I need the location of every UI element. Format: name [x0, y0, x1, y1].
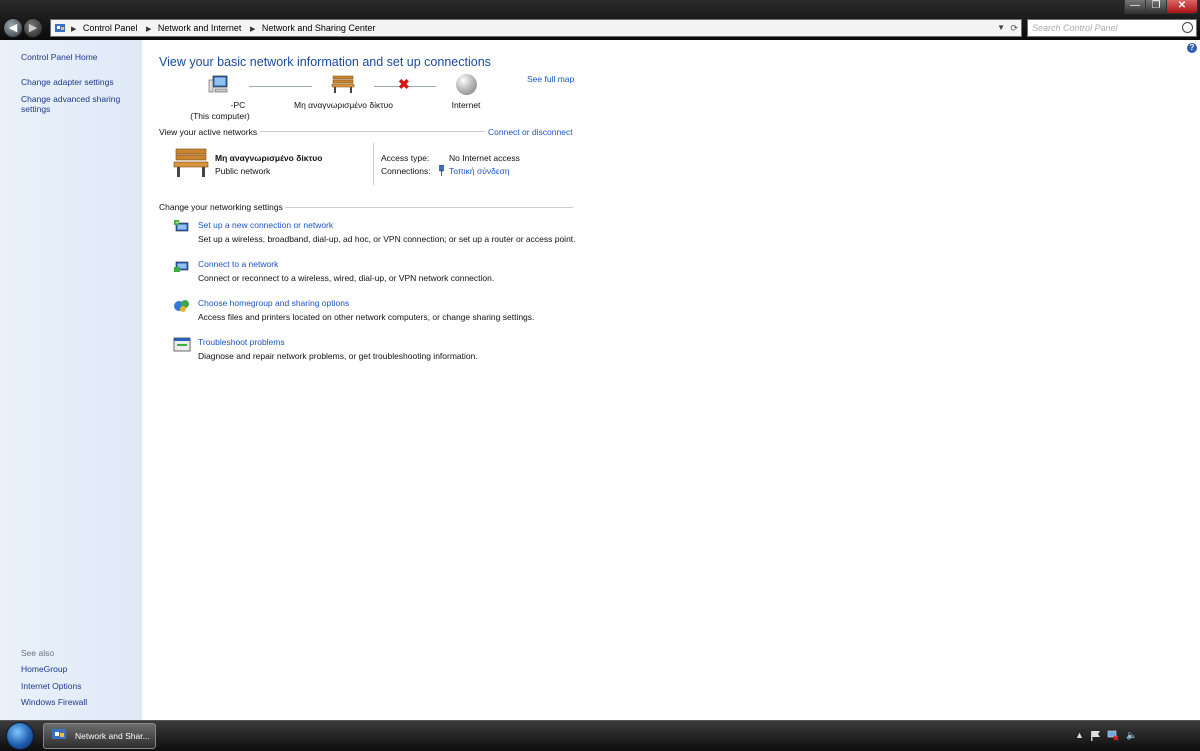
- breadcrumb-separator-icon: ▶: [145, 26, 152, 33]
- troubleshoot-desc: Diagnose and repair network problems, or…: [198, 351, 478, 361]
- breadcrumb-separator-icon: ▶: [71, 26, 77, 33]
- left-navigation-pane: Control Panel Home Change adapter settin…: [0, 40, 142, 720]
- start-button-icon[interactable]: [6, 722, 34, 750]
- no-connection-x-icon: ✖: [398, 76, 410, 92]
- homegroup-link[interactable]: HomeGroup: [21, 664, 136, 674]
- ethernet-plug-icon: [439, 165, 444, 176]
- computer-name-label: -PC: [230, 100, 246, 110]
- computer-icon: [208, 75, 228, 93]
- search-placeholder: Search Control Panel: [1032, 23, 1118, 33]
- chevron-down-icon[interactable]: ▼: [997, 20, 1005, 36]
- refresh-icon[interactable]: ⟳: [1010, 20, 1018, 36]
- network-map-label: Μη αναγνωρισμένο δίκτυο: [294, 100, 393, 110]
- breadcrumb: ▶ Control Panel ▶ Network and Internet ▶…: [69, 20, 379, 38]
- search-input[interactable]: Search Control Panel: [1027, 19, 1197, 37]
- local-connection-link[interactable]: Τοπική σύνδεση: [449, 166, 510, 176]
- connect-or-disconnect-link[interactable]: Connect or disconnect: [488, 127, 573, 137]
- bench-network-icon: [173, 148, 209, 177]
- vertical-divider: [373, 143, 374, 185]
- network-type-link[interactable]: Public network: [215, 166, 270, 176]
- connect-to-network-desc: Connect or reconnect to a wireless, wire…: [198, 273, 495, 283]
- change-advanced-sharing-link[interactable]: Change advanced sharing settings: [21, 94, 136, 114]
- search-icon[interactable]: [1182, 22, 1193, 33]
- active-network-name: Μη αναγνωρισμένο δίκτυο: [215, 153, 323, 163]
- page-title: View your basic network information and …: [159, 55, 491, 69]
- back-button[interactable]: ◀: [3, 18, 23, 38]
- network-error-icon[interactable]: [1107, 730, 1119, 741]
- control-panel-icon: [55, 24, 65, 32]
- control-panel-home-link[interactable]: Control Panel Home: [21, 52, 136, 62]
- map-connection-line: [249, 86, 312, 87]
- internet-label: Internet: [451, 100, 481, 110]
- see-also-label: See also: [21, 648, 55, 658]
- taskbar-window-label: Network and Shar...: [75, 731, 150, 741]
- setup-new-connection-link[interactable]: Set up a new connection or network: [198, 220, 333, 230]
- breadcrumb-separator-icon: ▶: [249, 26, 256, 33]
- homegroup-sharing-desc: Access files and printers located on oth…: [198, 312, 535, 322]
- see-full-map-link[interactable]: See full map: [527, 74, 574, 84]
- taskbar: [0, 720, 1200, 751]
- section-divider: [285, 207, 573, 208]
- bench-network-icon: [331, 75, 355, 93]
- networking-settings-heading: Change your networking settings: [159, 202, 283, 212]
- svg-text:+: +: [175, 221, 179, 227]
- access-type-label: Access type:: [381, 153, 430, 163]
- close-button[interactable]: ✕: [1166, 0, 1198, 14]
- access-type-value: No Internet access: [449, 153, 520, 163]
- homegroup-sharing-icon: [174, 300, 189, 312]
- change-adapter-settings-link[interactable]: Change adapter settings: [21, 77, 136, 87]
- network-center-icon: [52, 729, 66, 739]
- address-bar[interactable]: ▶ Control Panel ▶ Network and Internet ▶…: [50, 19, 1022, 37]
- troubleshoot-icon: [173, 337, 191, 352]
- connect-to-network-link[interactable]: Connect to a network: [198, 259, 278, 269]
- this-computer-label: (This computer): [190, 111, 250, 121]
- action-center-flag-icon[interactable]: [1090, 730, 1102, 741]
- help-icon[interactable]: ?: [1187, 43, 1197, 53]
- connect-network-icon: [174, 261, 189, 272]
- connections-label: Connections:: [381, 166, 431, 176]
- section-divider: [260, 131, 485, 132]
- forward-button[interactable]: ▶: [23, 18, 43, 38]
- internet-options-link[interactable]: Internet Options: [21, 681, 136, 691]
- setup-new-connection-desc: Set up a wireless, broadband, dial-up, a…: [198, 234, 576, 244]
- new-connection-icon: +: [174, 220, 189, 232]
- windows-firewall-link[interactable]: Windows Firewall: [21, 697, 136, 707]
- show-hidden-icons-chevron-icon[interactable]: ▲: [1075, 730, 1084, 740]
- volume-icon[interactable]: 🔈: [1126, 730, 1137, 741]
- maximize-button[interactable]: ❐: [1145, 0, 1167, 14]
- breadcrumb-network-sharing-center[interactable]: Network and Sharing Center: [262, 23, 376, 33]
- homegroup-sharing-link[interactable]: Choose homegroup and sharing options: [198, 298, 349, 308]
- active-networks-heading: View your active networks: [159, 127, 258, 137]
- breadcrumb-control-panel[interactable]: Control Panel: [83, 23, 138, 33]
- content-pane: [142, 40, 1200, 720]
- internet-globe-icon: [456, 74, 477, 95]
- breadcrumb-network-and-internet[interactable]: Network and Internet: [158, 23, 242, 33]
- troubleshoot-link[interactable]: Troubleshoot problems: [198, 337, 285, 347]
- minimize-button[interactable]: —: [1124, 0, 1146, 14]
